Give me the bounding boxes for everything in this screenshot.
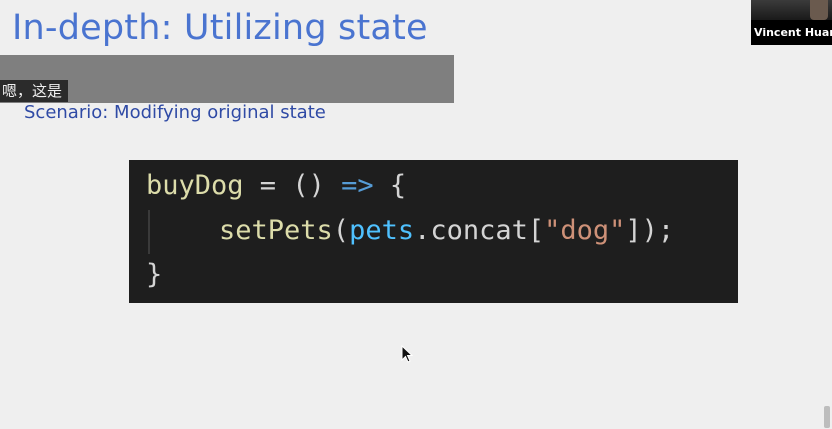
code-string: "dog"	[544, 215, 626, 246]
code-assign: = ()	[243, 170, 342, 201]
slide-title: In-depth: Utilizing state	[12, 8, 428, 48]
code-line-3: }	[146, 259, 162, 291]
code-arrow: =>	[341, 170, 374, 201]
code-brace-close: }	[146, 259, 163, 290]
code-brace-open: {	[373, 170, 407, 201]
participant-name: Vincent Huang	[754, 26, 832, 39]
code-fn-name: buyDog	[146, 170, 244, 201]
mouse-pointer-icon	[401, 345, 413, 363]
participant-video-thumb	[751, 0, 832, 20]
caption-band	[0, 55, 454, 103]
code-call-fn: setPets	[219, 215, 333, 246]
code-method: .concat[	[414, 215, 545, 246]
indent-guide	[148, 210, 150, 254]
scenario-text: Scenario: Modifying original state	[24, 102, 326, 123]
code-close: ]);	[625, 215, 675, 246]
code-line-1: buyDog = () => {	[146, 170, 406, 202]
scrollbar[interactable]	[824, 406, 830, 428]
code-line-2: setPets(pets.concat["dog"]);	[219, 215, 674, 247]
subtitle-caption: 嗯，这是	[0, 80, 69, 102]
code-var: pets	[349, 215, 415, 246]
code-paren-open: (	[332, 215, 350, 246]
code-block: buyDog = () => { setPets(pets.concat["do…	[129, 160, 738, 303]
